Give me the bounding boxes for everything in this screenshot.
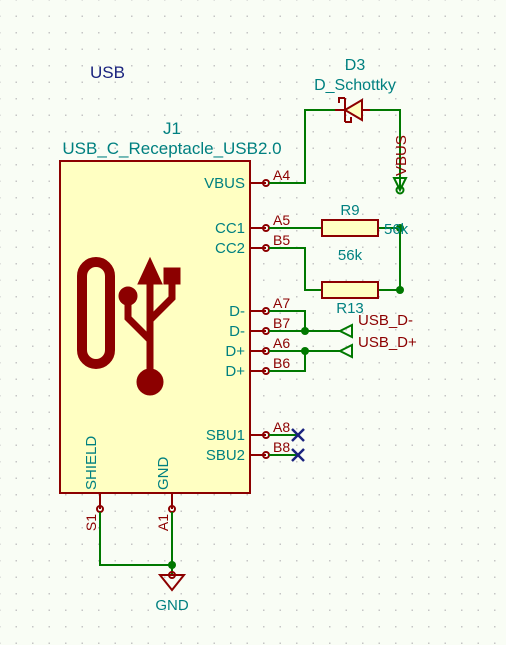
resistor-r9: R9 56k [322, 202, 409, 238]
svg-text:SBU1: SBU1 [206, 427, 245, 444]
j1-value: USB_C_Receptacle_USB2.0 [62, 139, 281, 158]
j1-pin-stubs-bottom [97, 493, 175, 512]
svg-text:D+: D+ [225, 363, 245, 380]
schematic-canvas: USB J1 USB_C_Receptacle_USB2.0 [0, 0, 506, 645]
svg-text:B6: B6 [273, 355, 290, 371]
d3-ref: D3 [345, 57, 366, 74]
resistor-r13: 56k R13 [322, 247, 378, 317]
svg-text:GND: GND [155, 597, 189, 614]
svg-text:USB_D-: USB_D- [358, 312, 413, 329]
no-connect-marks [292, 429, 304, 461]
svg-text:GND: GND [155, 457, 172, 491]
svg-text:A6: A6 [273, 335, 290, 351]
r9-ref: R9 [340, 202, 359, 219]
svg-text:CC2: CC2 [215, 240, 245, 257]
svg-text:SBU2: SBU2 [206, 447, 245, 464]
r9-value: 56k [384, 221, 409, 238]
svg-text:SHIELD: SHIELD [83, 436, 100, 490]
j1-ref: J1 [163, 119, 181, 138]
svg-text:CC1: CC1 [215, 220, 245, 237]
svg-text:A8: A8 [273, 419, 290, 435]
svg-text:D+: D+ [225, 343, 245, 360]
svg-text:VBUS: VBUS [204, 175, 245, 192]
power-gnd: GND [155, 572, 189, 614]
svg-text:B5: B5 [273, 232, 290, 248]
r13-value-above: 56k [338, 247, 363, 264]
svg-text:D-: D- [229, 303, 245, 320]
svg-text:A7: A7 [273, 295, 290, 311]
svg-text:B7: B7 [273, 315, 290, 331]
svg-text:USB_D+: USB_D+ [358, 334, 417, 351]
j1-pin-stubs-right [250, 180, 269, 458]
diode-d3: D3 D_Schottky [314, 57, 396, 122]
d3-value: D_Schottky [314, 77, 396, 94]
net-label-vbus: VBUS [393, 135, 410, 193]
svg-text:S1: S1 [83, 514, 99, 531]
block-title: USB [90, 63, 125, 82]
svg-text:A4: A4 [273, 167, 290, 183]
svg-text:VBUS: VBUS [393, 135, 410, 176]
svg-text:D-: D- [229, 323, 245, 340]
svg-text:A5: A5 [273, 212, 290, 228]
svg-text:B8: B8 [273, 439, 290, 455]
svg-text:A1: A1 [155, 514, 171, 531]
